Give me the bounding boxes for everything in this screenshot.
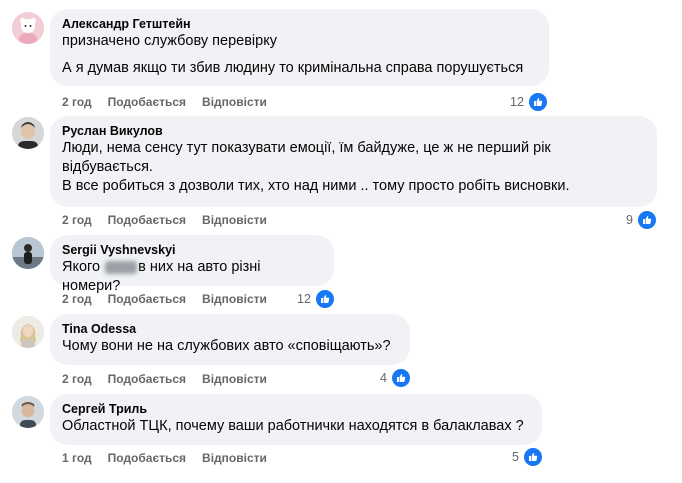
comment-actions: 2 год Подобається Відповісти (62, 95, 267, 109)
comment-time[interactable]: 2 год (62, 213, 92, 227)
thumbs-up-icon (389, 367, 412, 389)
comment-text-part: Якого (62, 259, 105, 275)
comment-bubble: Руслан Викулов Люди, нема сенсу тут пока… (50, 116, 657, 207)
comment-bubble: Sergii Vyshnevskyi Якого в них на авто р… (50, 235, 334, 294)
reply-button[interactable]: Відповісти (202, 451, 267, 465)
comment-time[interactable]: 2 год (62, 292, 92, 306)
comment-author[interactable]: Sergii Vyshnevskyi (62, 242, 322, 258)
reaction-count-value: 12 (510, 95, 524, 109)
comment-text: Люди, нема сенсу тут показувати емоції, … (62, 140, 551, 175)
reaction-count-value: 4 (380, 371, 387, 385)
comment-text: призначено службову перевірку (62, 33, 277, 49)
comment-time[interactable]: 2 год (62, 372, 92, 386)
avatar[interactable] (12, 316, 44, 348)
comment-bubble: Сергей Триль Областной ТЦК, почему ваши … (50, 394, 542, 445)
comment-author[interactable]: Руслан Викулов (62, 123, 645, 139)
censored-word (105, 260, 138, 274)
like-button[interactable]: Подобається (108, 372, 186, 386)
reply-button[interactable]: Відповісти (202, 292, 267, 306)
reaction-count[interactable]: 9 (626, 209, 658, 231)
comment-text: В все робиться з дозволи тих, хто над ни… (62, 178, 570, 194)
reaction-count[interactable]: 4 (380, 367, 412, 389)
avatar[interactable] (12, 396, 44, 428)
comment-text: Чому вони не на службових авто «сповіщаю… (62, 338, 391, 354)
avatar[interactable] (12, 12, 44, 44)
comment-bubble: Tina Odessa Чому вони не на службових ав… (50, 314, 410, 365)
comment-actions: 2 год Подобається Відповісти (62, 372, 267, 386)
thumbs-up-icon (521, 446, 544, 468)
avatar[interactable] (12, 237, 44, 269)
comment-actions: 2 год Подобається Відповісти (62, 213, 267, 227)
reaction-count[interactable]: 12 (297, 288, 336, 310)
comment-author[interactable]: Tina Odessa (62, 321, 398, 337)
like-button[interactable]: Подобається (108, 95, 186, 109)
comment-actions: 2 год Подобається Відповісти (62, 292, 267, 306)
comment-author[interactable]: Александр Гетштейн (62, 16, 537, 32)
reaction-count-value: 9 (626, 213, 633, 227)
thumbs-up-icon (526, 91, 549, 113)
reaction-count-value: 5 (512, 450, 519, 464)
reaction-count[interactable]: 5 (512, 446, 544, 468)
comment-text: Якого в них на авто різні номери? (62, 258, 322, 296)
like-button[interactable]: Подобається (108, 292, 186, 306)
reply-button[interactable]: Відповісти (202, 372, 267, 386)
reply-button[interactable]: Відповісти (202, 95, 267, 109)
reply-button[interactable]: Відповісти (202, 213, 267, 227)
comment-bubble: Александр Гетштейн призначено службову п… (50, 9, 549, 86)
comment-time[interactable]: 1 год (62, 451, 92, 465)
reaction-count[interactable]: 12 (510, 91, 549, 113)
thumbs-up-icon (313, 288, 336, 310)
comment-actions: 1 год Подобається Відповісти (62, 451, 267, 465)
thumbs-up-icon (635, 209, 658, 231)
comment-author[interactable]: Сергей Триль (62, 401, 530, 417)
comment-time[interactable]: 2 год (62, 95, 92, 109)
comment-text: А я думав якщо ти збив людину то криміна… (62, 60, 524, 76)
avatar[interactable] (12, 117, 44, 149)
like-button[interactable]: Подобається (108, 451, 186, 465)
comment-text: Областной ТЦК, почему ваши работнички на… (62, 418, 524, 434)
like-button[interactable]: Подобається (108, 213, 186, 227)
reaction-count-value: 12 (297, 292, 311, 306)
